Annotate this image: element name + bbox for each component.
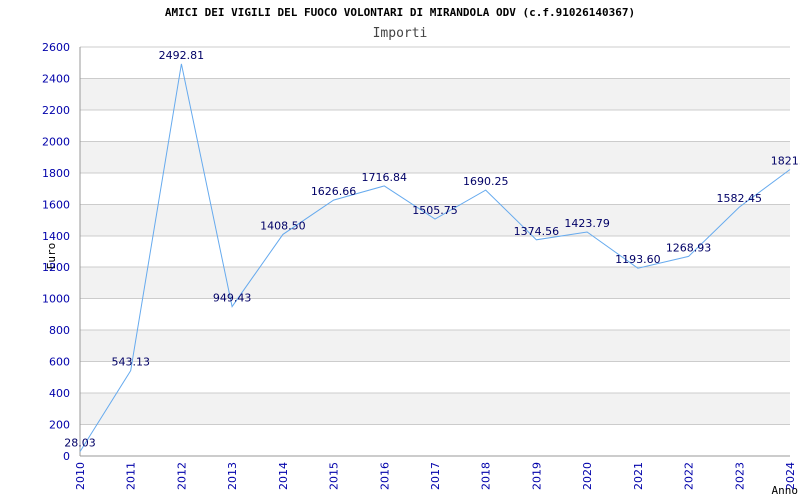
x-tick-label: 2011 xyxy=(125,462,138,490)
x-tick-label: 2023 xyxy=(733,462,746,490)
x-tick-label: 2017 xyxy=(429,462,442,490)
x-tick-label: 2012 xyxy=(175,462,188,490)
data-label: 1408.50 xyxy=(260,219,306,232)
x-tick-label: 2010 xyxy=(74,462,87,490)
x-tick-label: 2024 xyxy=(784,462,797,490)
data-label: 1716.84 xyxy=(362,171,408,184)
data-label: 1268.93 xyxy=(666,241,712,254)
y-tick-label: 2600 xyxy=(42,41,70,54)
data-label: 1626.66 xyxy=(311,185,357,198)
y-tick-label: 1000 xyxy=(42,293,70,306)
data-label: 2492.81 xyxy=(159,49,205,62)
y-tick-label: 2000 xyxy=(42,135,70,148)
data-label: 1582.45 xyxy=(717,192,763,205)
x-tick-label: 2021 xyxy=(632,462,645,490)
data-label: 1821.2 xyxy=(771,155,800,168)
y-tick-label: 1200 xyxy=(42,261,70,274)
data-label: 1374.56 xyxy=(514,225,560,238)
y-tick-label: 600 xyxy=(49,356,70,369)
x-tick-label: 2014 xyxy=(277,462,290,490)
grid-band xyxy=(80,141,790,173)
grid-band xyxy=(80,78,790,110)
y-tick-label: 1600 xyxy=(42,198,70,211)
y-tick-label: 0 xyxy=(63,450,70,463)
data-label: 1193.60 xyxy=(615,253,661,266)
x-tick-label: 2016 xyxy=(378,462,391,490)
y-tick-label: 400 xyxy=(49,387,70,400)
data-label: 1505.75 xyxy=(412,204,458,217)
chart-title: AMICI DEI VIGILI DEL FUOCO VOLONTARI DI … xyxy=(165,6,635,19)
y-tick-label: 2400 xyxy=(42,72,70,85)
chart-subtitle: Importi xyxy=(373,26,428,41)
y-tick-label: 1800 xyxy=(42,167,70,180)
chart: AMICI DEI VIGILI DEL FUOCO VOLONTARI DI … xyxy=(42,6,800,497)
y-tick-label: 800 xyxy=(49,324,70,337)
x-tick-label: 2015 xyxy=(328,462,341,490)
data-label: 949.43 xyxy=(213,292,252,305)
data-label: 543.13 xyxy=(111,356,150,369)
data-label: 28.03 xyxy=(64,437,96,450)
grid-band xyxy=(80,267,790,299)
x-tick-label: 2019 xyxy=(530,462,543,490)
y-tick-label: 200 xyxy=(49,419,70,432)
data-label: 1423.79 xyxy=(564,217,610,230)
data-label: 1690.25 xyxy=(463,175,509,188)
y-tick-label: 2200 xyxy=(42,104,70,117)
y-tick-label: 1400 xyxy=(42,230,70,243)
grid-band xyxy=(80,330,790,362)
x-tick-label: 2022 xyxy=(683,462,696,490)
x-tick-label: 2013 xyxy=(226,462,239,490)
grid-band xyxy=(80,393,790,425)
x-tick-label: 2018 xyxy=(480,462,493,490)
x-tick-label: 2020 xyxy=(581,462,594,490)
x-tick-labels: 2010 2011 2012 2013 2014 2015 2016 2017 2018 2019… xyxy=(74,462,797,490)
